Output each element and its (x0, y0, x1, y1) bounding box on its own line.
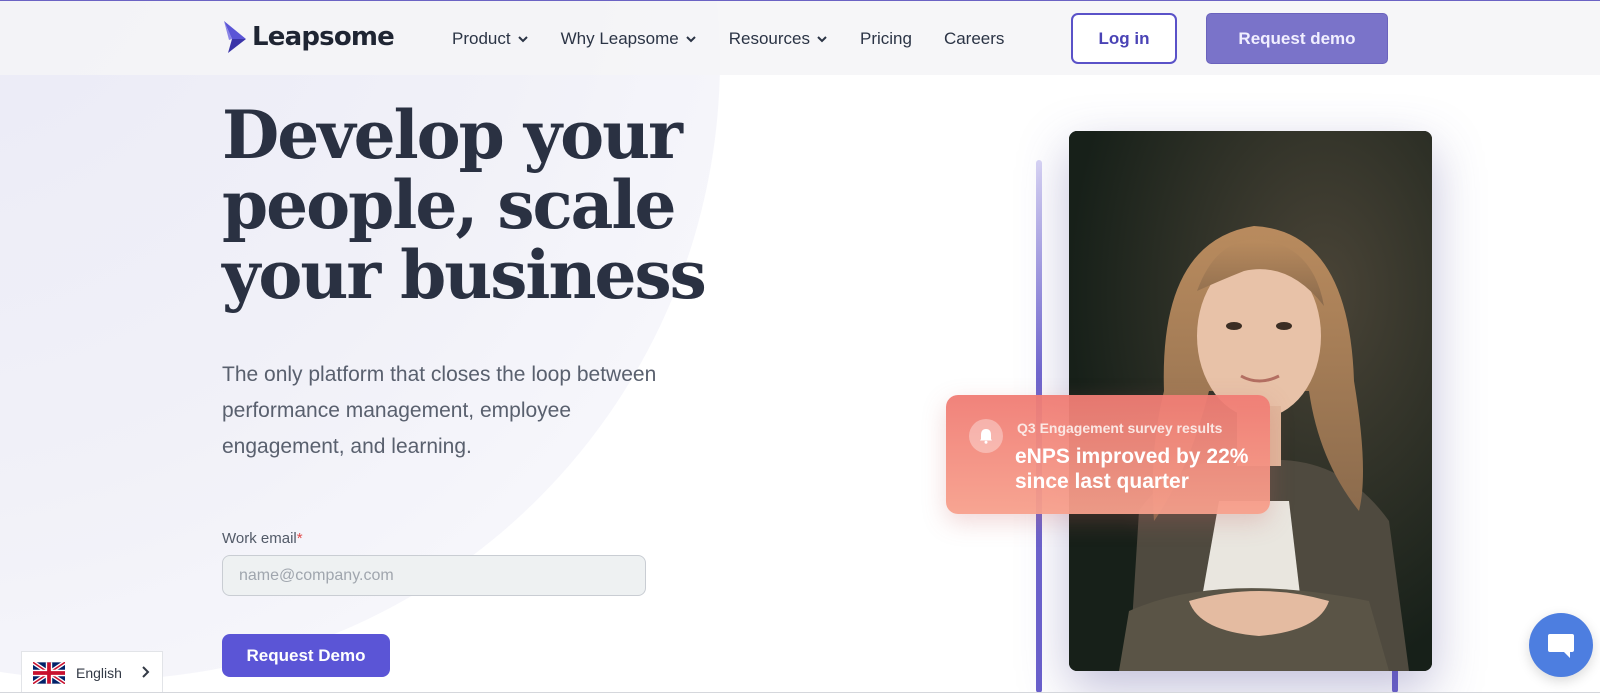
chevron-right-icon (142, 666, 150, 678)
email-label-text: Work email (222, 530, 297, 547)
brand-name: Leapsome (252, 22, 395, 52)
hero-headline: Develop your people, scale your business (222, 100, 742, 310)
bell-icon (980, 429, 992, 444)
nav-item-product[interactable]: Product (452, 29, 529, 49)
nav-item-label: Resources (728, 29, 810, 48)
leapsome-logo-icon (224, 21, 246, 53)
nav-item-label: Why Leapsome (560, 29, 679, 48)
request-demo-nav-button[interactable]: Request demo (1206, 13, 1388, 64)
nav-item-careers[interactable]: Careers (944, 29, 1004, 49)
nav-item-why-leapsome[interactable]: Why Leapsome (561, 29, 697, 49)
engagement-notification-card: Q3 Engagement survey results eNPS improv… (946, 395, 1270, 514)
nav-item-label: Product (452, 29, 511, 48)
top-nav: Leapsome Product Why Leapsome Resources … (0, 1, 1600, 75)
headline-line: people, scale (222, 166, 677, 244)
language-selector[interactable]: English (21, 651, 163, 693)
notification-body: eNPS improved by 22% since last quarter (1015, 445, 1249, 493)
chevron-down-icon (517, 36, 528, 43)
nav-item-label: Pricing (859, 29, 912, 48)
email-label: Work email* (222, 530, 303, 547)
chat-button[interactable] (1529, 613, 1593, 677)
nav-item-pricing[interactable]: Pricing (860, 29, 912, 49)
chevron-down-icon (817, 36, 827, 43)
brand-logo[interactable]: Leapsome (222, 20, 395, 54)
uk-flag-icon (33, 661, 65, 684)
login-button[interactable]: Log in (1071, 13, 1177, 64)
headline-line: your business (222, 236, 707, 314)
nav-item-label: Careers (943, 29, 1005, 48)
main-menu: Product Why Leapsome Resources Pricing C… (452, 29, 1036, 49)
notification-title: Q3 Engagement survey results (1017, 420, 1223, 436)
notification-icon-badge (969, 419, 1003, 453)
headline-line: Develop your (222, 96, 683, 174)
required-mark: * (296, 530, 303, 547)
chevron-down-icon (686, 36, 696, 43)
chat-icon (1548, 634, 1574, 658)
hero-subtext: The only platform that closes the loop b… (222, 363, 657, 458)
language-label: English (76, 664, 122, 681)
work-email-input[interactable] (222, 555, 646, 596)
request-demo-button[interactable]: Request Demo (222, 634, 390, 677)
top-border (0, 0, 1600, 1)
nav-item-resources[interactable]: Resources (729, 29, 828, 49)
